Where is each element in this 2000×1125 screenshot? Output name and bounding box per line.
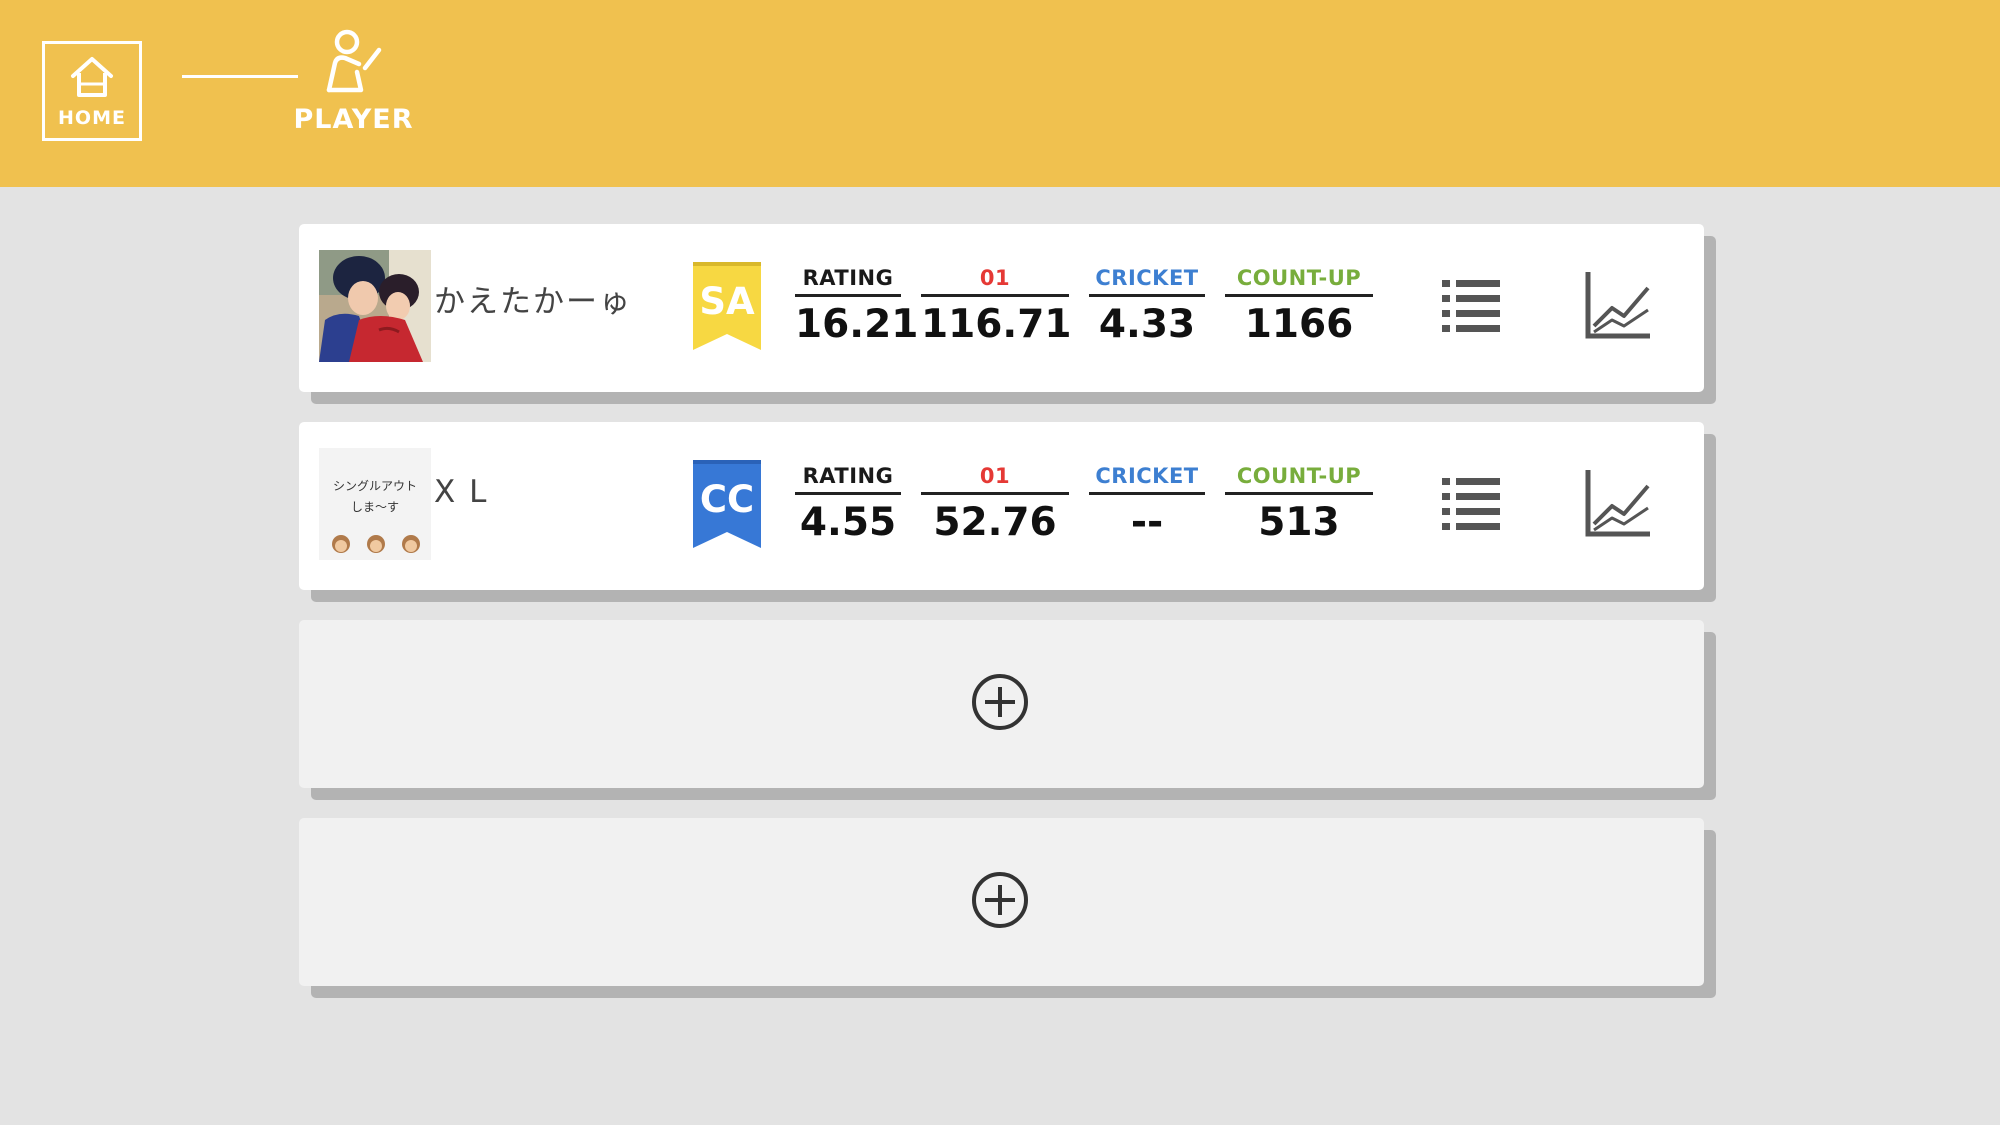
zero-one-value: 52.76: [933, 500, 1057, 545]
plus-circle-icon: [972, 674, 1028, 730]
breadcrumb-connector: [182, 75, 298, 78]
player-card[interactable]: かえたかーゅ SA RATING 16.21 01 116.71 CRICKET…: [299, 224, 1704, 392]
avatar: [319, 250, 431, 362]
countup-stat: COUNT-UP 1166: [1225, 262, 1373, 349]
countup-label: COUNT-UP: [1225, 262, 1373, 297]
rating-stat: RATING 4.55: [795, 460, 901, 547]
chart-button[interactable]: [1584, 270, 1652, 340]
list-icon: [1442, 478, 1500, 530]
plus-circle-icon: [972, 872, 1028, 928]
zero-one-stat: 01 116.71: [921, 262, 1072, 349]
home-button[interactable]: HOME: [42, 41, 142, 141]
countup-value: 513: [1258, 500, 1340, 545]
player-card[interactable]: シングルアウト しま〜す X L CC RATING 4.55 01 52.76…: [299, 422, 1704, 590]
player-tab-label: PLAYER: [293, 104, 414, 135]
cricket-label: CRICKET: [1089, 262, 1205, 297]
rating-value: 4.55: [799, 500, 897, 545]
line-chart-icon: [1585, 470, 1650, 537]
zero-one-value: 116.71: [921, 302, 1072, 347]
rank-badge-text: CC: [699, 478, 755, 521]
rank-badge: SA: [693, 262, 761, 350]
home-label: HOME: [58, 107, 126, 129]
home-icon: [71, 57, 113, 97]
avatar-caption: シングルアウト しま〜す: [319, 476, 431, 518]
avatar-caption-line: しま〜す: [350, 500, 399, 514]
rating-value: 16.21: [795, 302, 919, 347]
player-name: かえたかーゅ: [434, 284, 632, 320]
empty-player-slot[interactable]: [299, 620, 1704, 788]
countup-stat: COUNT-UP 513: [1225, 460, 1373, 547]
player-tab[interactable]: PLAYER: [293, 28, 414, 140]
cricket-label: CRICKET: [1089, 460, 1205, 495]
cricket-stat: CRICKET 4.33: [1089, 262, 1205, 349]
top-nav-bar: HOME PLAYER: [0, 0, 2000, 187]
rating-label: RATING: [795, 262, 901, 297]
rank-badge: CC: [693, 460, 761, 548]
player-name: X L: [434, 474, 489, 510]
cricket-value: 4.33: [1098, 302, 1196, 347]
avatar: シングルアウト しま〜す: [319, 448, 431, 560]
player-avatar-image: [319, 250, 431, 362]
empty-player-slot[interactable]: [299, 818, 1704, 986]
add-player-button[interactable]: [970, 672, 1030, 732]
avatar-caption-line: シングルアウト: [332, 479, 417, 493]
chart-button[interactable]: [1584, 468, 1652, 538]
player-icon: [326, 29, 381, 93]
rank-badge-text: SA: [699, 280, 755, 323]
countup-value: 1166: [1244, 302, 1354, 347]
cricket-stat: CRICKET --: [1089, 460, 1205, 547]
zero-one-stat: 01 52.76: [921, 460, 1069, 547]
list-icon: [1442, 280, 1500, 332]
list-button[interactable]: [1442, 476, 1500, 530]
countup-label: COUNT-UP: [1225, 460, 1373, 495]
cricket-value: --: [1130, 500, 1164, 545]
list-button[interactable]: [1442, 278, 1500, 332]
zero-one-label: 01: [921, 460, 1069, 495]
add-player-button[interactable]: [970, 870, 1030, 930]
line-chart-icon: [1585, 272, 1650, 339]
zero-one-label: 01: [921, 262, 1069, 297]
rating-label: RATING: [795, 460, 901, 495]
rating-stat: RATING 16.21: [795, 262, 919, 349]
